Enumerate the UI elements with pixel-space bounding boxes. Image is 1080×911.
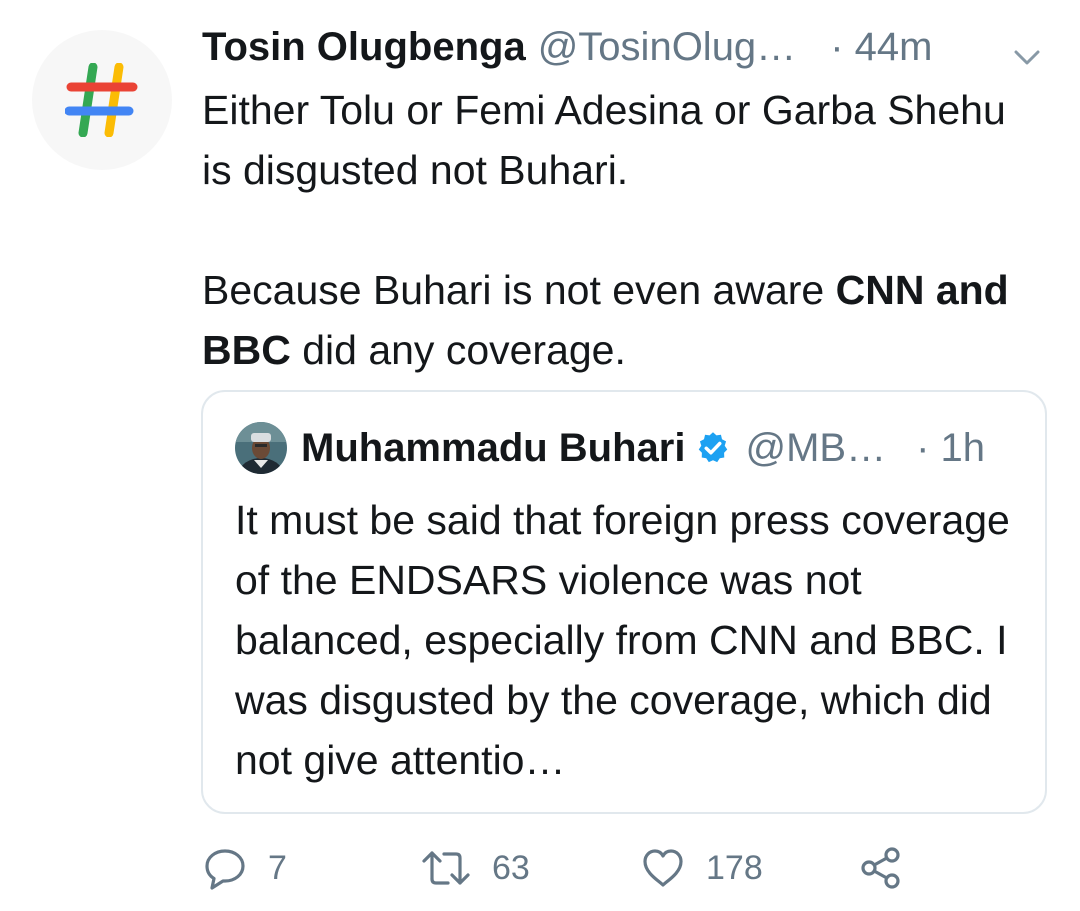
tweet-header: Tosin Olugbenga @TosinOlug… · 44m bbox=[202, 22, 1052, 72]
tweet-paragraph-2-end: did any coverage. bbox=[290, 327, 626, 373]
tweet-text: Either Tolu or Femi Adesina or Garba She… bbox=[202, 80, 1022, 380]
chevron-down-icon bbox=[1014, 50, 1040, 65]
person-portrait-icon bbox=[235, 422, 287, 474]
quoted-author-avatar bbox=[235, 422, 287, 474]
reply-button[interactable]: 7 bbox=[202, 838, 287, 898]
quoted-author-name[interactable]: Muhammadu Buhari bbox=[301, 426, 685, 471]
like-button[interactable]: 178 bbox=[640, 838, 763, 898]
quoted-author-handle[interactable]: @MB… bbox=[745, 426, 886, 471]
tweet-paragraph-1: Either Tolu or Femi Adesina or Garba She… bbox=[202, 87, 1006, 193]
author-handle[interactable]: @TosinOlug… bbox=[538, 25, 796, 70]
like-icon bbox=[643, 849, 683, 887]
quoted-tweet-header: Muhammadu Buhari @MB… · 1h bbox=[235, 420, 1025, 476]
tweet-action-bar: 7 63 178 bbox=[202, 838, 922, 898]
tweet-timestamp[interactable]: · 44m bbox=[830, 25, 932, 70]
reply-icon bbox=[205, 849, 245, 890]
quoted-tweet-text: It must be said that foreign press cover… bbox=[235, 497, 1010, 783]
share-icon bbox=[861, 847, 900, 889]
tweet-paragraph-2-start: Because Buhari is not even aware bbox=[202, 267, 836, 313]
retweet-icon bbox=[422, 851, 470, 885]
reply-count: 7 bbox=[268, 848, 287, 887]
like-count: 178 bbox=[706, 848, 763, 887]
retweet-button[interactable]: 63 bbox=[420, 838, 530, 898]
share-button[interactable] bbox=[858, 838, 904, 898]
verified-badge bbox=[695, 430, 731, 466]
retweet-count: 63 bbox=[492, 848, 530, 887]
verified-badge-icon bbox=[699, 432, 728, 463]
quoted-tweet-timestamp[interactable]: · 1h bbox=[916, 426, 985, 471]
quoted-tweet-card[interactable]: Muhammadu Buhari @MB… · 1h It must be sa… bbox=[201, 390, 1047, 814]
hashtag-logo-icon bbox=[65, 63, 138, 137]
tweet-paragraph-2: Because Buhari is not even aware CNN and… bbox=[202, 260, 1022, 380]
tweet-menu-button[interactable] bbox=[1012, 34, 1042, 79]
author-avatar[interactable] bbox=[32, 30, 172, 170]
author-name[interactable]: Tosin Olugbenga bbox=[202, 25, 526, 70]
